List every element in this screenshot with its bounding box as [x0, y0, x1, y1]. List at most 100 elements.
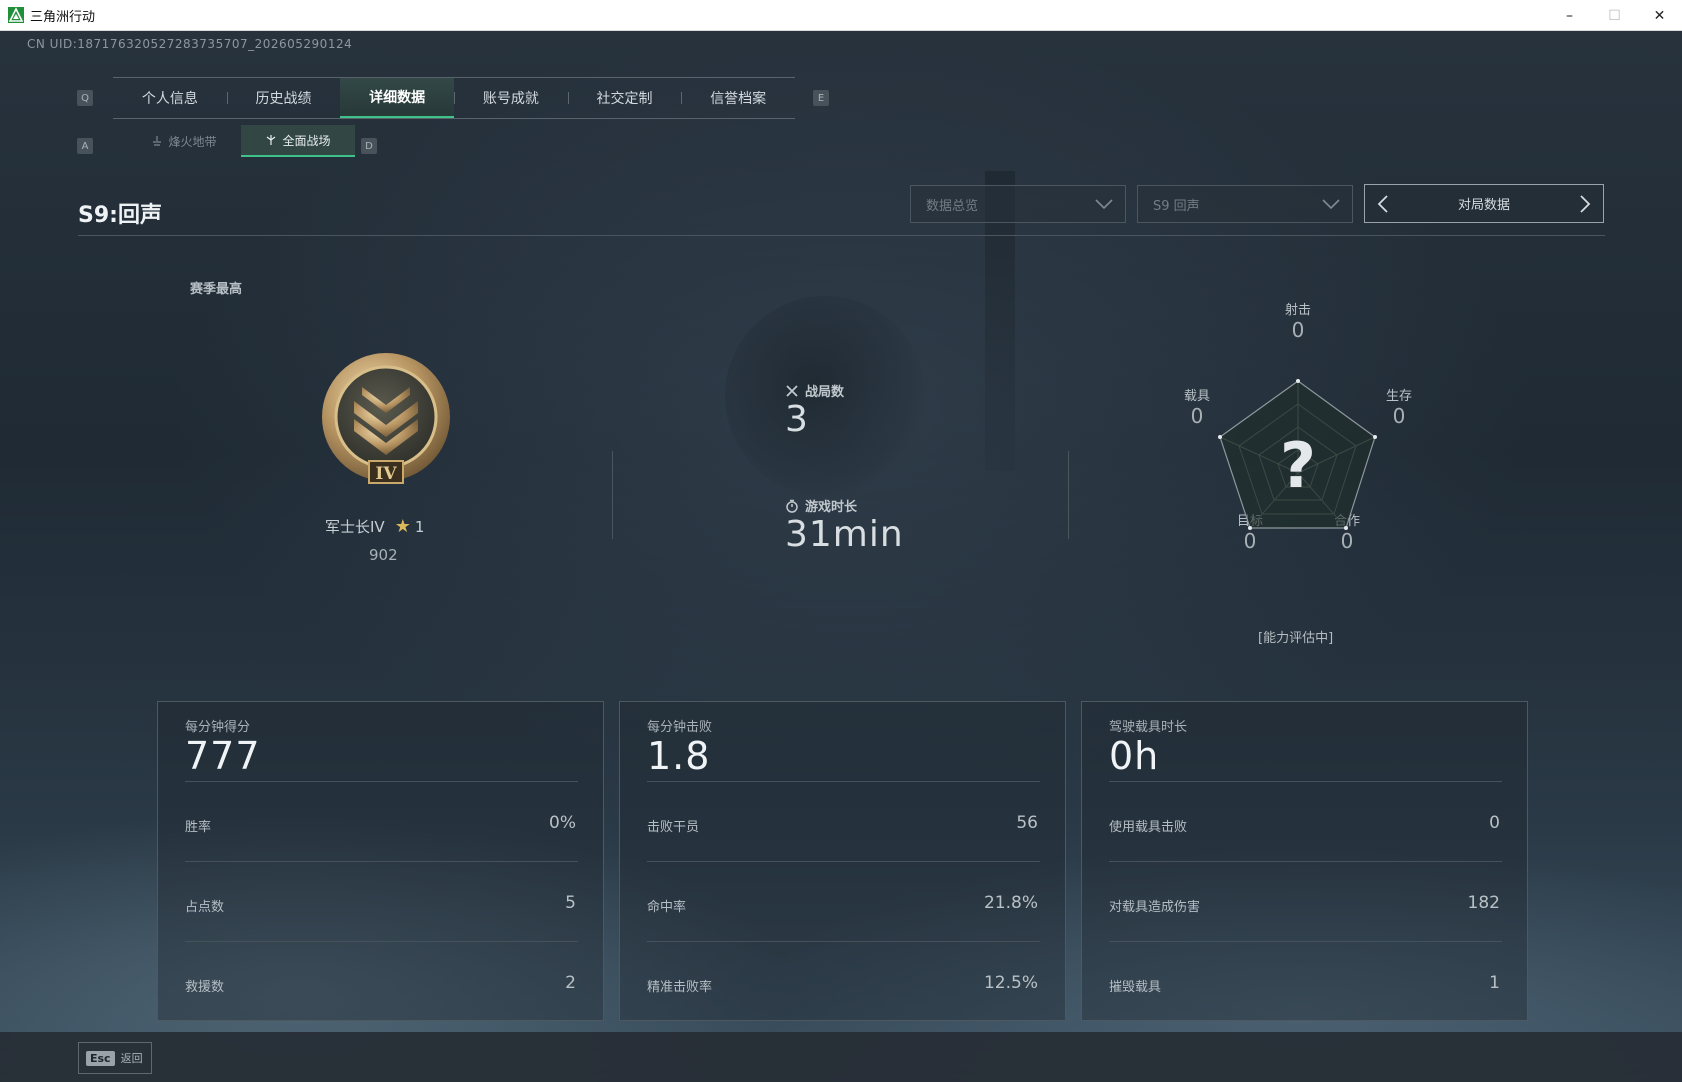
row-label: 精准击败率 — [647, 980, 713, 995]
row-label: 击败干员 — [647, 820, 700, 835]
season-dropdown[interactable]: S9 回声 — [1137, 185, 1353, 223]
tab-personal-info[interactable]: 个人信息 — [113, 78, 227, 118]
rank-emblem-icon: IV — [322, 353, 450, 484]
row-value: 1 — [1489, 973, 1500, 993]
back-label: 返回 — [120, 1052, 143, 1065]
season-title: S9:回声 — [78, 203, 162, 228]
card-title: 每分钟击败 — [647, 720, 713, 735]
tab-achievements[interactable]: 账号成就 — [454, 78, 568, 118]
row-label: 摧毁载具 — [1109, 980, 1162, 995]
card-divider — [185, 861, 578, 862]
key-hint-a: A — [77, 138, 93, 154]
radar-value-shooting: 0 — [1291, 318, 1305, 342]
ability-status: [能力评估中] — [1258, 631, 1334, 646]
tab-warfare[interactable]: 全面战场 — [241, 125, 355, 157]
row-label: 救援数 — [185, 980, 225, 995]
card-divider — [647, 861, 1040, 862]
player-uid: CN UID:18717632052728373570​7_2026052901… — [27, 37, 353, 51]
stat-card-vehicle: 驾驶载具时长 0h 使用载具击败 0 对载具造成伤害 182 摧毁载具 1 — [1081, 701, 1528, 1021]
crossed-swords-icon — [786, 384, 798, 397]
card-main-value: 777 — [185, 734, 261, 778]
chevron-down-icon — [1322, 199, 1340, 210]
row-label: 胜率 — [185, 820, 212, 835]
rank-name: 军士长IV — [325, 518, 385, 536]
bottom-bar: Esc 返回 — [0, 1032, 1682, 1082]
row-value: 12.5% — [983, 973, 1038, 993]
app-logo-icon — [8, 7, 24, 23]
row-value: 0 — [1489, 813, 1500, 833]
card-divider — [1109, 861, 1502, 862]
main-tab-bar: 个人信息 历史战绩 详细数据 账号成就 社交定制 信誉档案 — [113, 77, 795, 119]
card-divider — [1109, 781, 1502, 782]
stat-card-score: 每分钟得分 777 胜率 0% 占点数 5 救援数 2 — [157, 701, 604, 1021]
season-dropdown-value: S9 回声 — [1153, 198, 1200, 214]
row-label: 使用载具击败 — [1109, 820, 1188, 835]
row-value: 0% — [549, 813, 576, 833]
header-divider — [78, 235, 1605, 236]
playtime-label-row: 游戏时长 — [785, 496, 857, 515]
row-value: 21.8% — [983, 893, 1038, 913]
card-divider — [185, 781, 578, 782]
pager-label: 对局数据 — [1457, 198, 1510, 213]
tab-operations[interactable]: 烽火地带 — [127, 125, 241, 157]
ability-radar-chart: ? — [1218, 379, 1377, 530]
view-dropdown[interactable]: 数据总览 — [910, 185, 1126, 223]
key-hint-d: D — [361, 138, 377, 154]
close-button[interactable]: ✕ — [1637, 0, 1682, 31]
esc-key-hint: Esc — [86, 1050, 115, 1066]
matches-value: 3 — [785, 399, 809, 440]
key-hint-q: Q — [77, 90, 93, 106]
card-main-value: 1.8 — [647, 734, 711, 778]
row-value: 182 — [1467, 893, 1500, 913]
row-value: 56 — [1016, 813, 1038, 833]
radar-unknown-glyph: ? — [1280, 429, 1316, 502]
rank-numeral: IV — [375, 464, 397, 484]
chevron-right-icon[interactable] — [1579, 195, 1591, 213]
tab-warfare-label: 全面战场 — [282, 133, 331, 148]
tab-reputation[interactable]: 信誉档案 — [681, 78, 795, 118]
game-viewport: CN UID:18717632052728373570​7_2026052901… — [0, 31, 1682, 1082]
chevron-down-icon — [1095, 199, 1113, 210]
rank-name-row: 军士长IV ★ 1 — [325, 516, 424, 537]
row-value: 5 — [565, 893, 576, 913]
minimize-button[interactable]: – — [1547, 0, 1592, 31]
window-title: 三角洲行动 — [30, 9, 96, 25]
matches-label-row: 战局数 — [785, 381, 844, 400]
playtime-value: 31min — [785, 514, 904, 555]
card-divider — [647, 781, 1040, 782]
chevron-left-icon[interactable] — [1377, 195, 1389, 213]
warfare-icon — [267, 135, 276, 145]
window-titlebar: 三角洲行动 – ☐ ✕ — [0, 0, 1682, 31]
row-value: 2 — [565, 973, 576, 993]
stopwatch-icon — [786, 499, 798, 513]
maximize-button[interactable]: ☐ — [1592, 0, 1637, 31]
view-dropdown-value: 数据总览 — [926, 198, 979, 214]
stat-card-kills: 每分钟击败 1.8 击败干员 56 命中率 21.8% 精准击败率 12.5% — [619, 701, 1066, 1021]
tab-operations-label: 烽火地带 — [168, 134, 217, 149]
window-controls: – ☐ ✕ — [1547, 0, 1682, 31]
card-main-value: 0h — [1109, 734, 1160, 778]
card-divider — [185, 941, 578, 942]
playtime-label: 游戏时长 — [805, 500, 858, 515]
card-title: 每分钟得分 — [185, 720, 251, 735]
mode-tab-bar: 烽火地带 全面战场 — [127, 125, 355, 157]
tab-detailed-data[interactable]: 详细数据 — [340, 78, 455, 118]
matches-label: 战局数 — [805, 385, 845, 400]
key-hint-e: E — [813, 90, 829, 106]
data-pager: 对局数据 — [1364, 184, 1604, 223]
star-icon: ★ — [394, 516, 411, 537]
rank-points: 902 — [369, 546, 398, 564]
section-divider — [1068, 451, 1069, 539]
row-label: 命中率 — [647, 900, 687, 915]
row-label: 占点数 — [185, 900, 225, 915]
operations-icon — [153, 136, 162, 146]
card-title: 驾驶载具时长 — [1109, 720, 1188, 735]
card-divider — [647, 941, 1040, 942]
row-label: 对载具造成伤害 — [1109, 900, 1201, 915]
tab-match-history[interactable]: 历史战绩 — [226, 78, 341, 118]
radar-label-shooting: 射击 — [1284, 303, 1311, 318]
card-divider — [1109, 941, 1502, 942]
back-button[interactable]: Esc 返回 — [78, 1042, 152, 1074]
season-best-label: 赛季最高 — [190, 282, 243, 297]
tab-social-custom[interactable]: 社交定制 — [567, 78, 682, 118]
